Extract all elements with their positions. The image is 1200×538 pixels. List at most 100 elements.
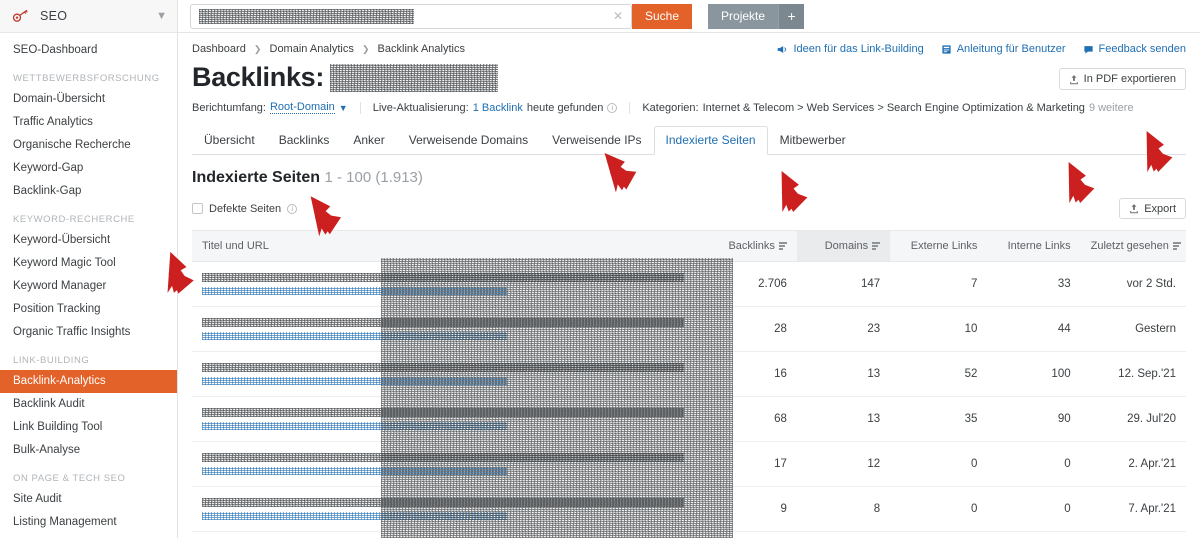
sidebar-item-bulk-analyse[interactable]: Bulk-Analyse xyxy=(0,439,177,462)
tab-bersicht[interactable]: Übersicht xyxy=(192,126,267,155)
projects-button[interactable]: Projekte xyxy=(708,3,779,29)
tab-backlinks[interactable]: Backlinks xyxy=(267,126,342,155)
indexed-pages-table: Titel und URL Backlinks Domains Externe Lin… xyxy=(192,230,1186,532)
live-update-link[interactable]: 1 Backlink xyxy=(473,102,523,114)
column-header-domains[interactable]: Domains xyxy=(796,230,891,262)
comment-icon xyxy=(1083,45,1093,54)
help-link-label: Ideen für das Link-Building xyxy=(793,43,924,55)
breadcrumb-item-backlink-analytics[interactable]: Backlink Analytics xyxy=(378,43,465,55)
cell-titel-und-url[interactable] xyxy=(192,396,704,442)
cell-externe-links: 7 xyxy=(890,261,988,307)
sidebar-item-backlink-analytics[interactable]: Backlink-Analytics xyxy=(0,370,177,393)
sidebar-item-organische-recherche[interactable]: Organische Recherche xyxy=(0,134,177,157)
categories-more-link[interactable]: 9 weitere xyxy=(1089,102,1134,114)
sidebar-item-seo-content-template[interactable]: SEO Content Template xyxy=(0,534,177,538)
column-header-backlinks[interactable]: Backlinks xyxy=(703,230,797,262)
main-area: ✕ Suche Projekte + Dashboard ❯ Domain An… xyxy=(167,0,1200,538)
sidebar-item-backlink-audit[interactable]: Backlink Audit xyxy=(0,393,177,416)
sort-icon[interactable] xyxy=(872,242,881,250)
info-icon[interactable]: i xyxy=(607,102,618,113)
page-url-redacted[interactable] xyxy=(202,422,507,430)
column-header-zuletzt-gesehen[interactable]: Zuletzt gesehen xyxy=(1080,230,1186,262)
page-url-redacted[interactable] xyxy=(202,467,507,475)
user-guide-link[interactable]: Anleitung für Benutzer xyxy=(941,43,1066,55)
cell-domains[interactable]: 8 xyxy=(796,486,891,532)
sidebar-item-traffic-analytics[interactable]: Traffic Analytics xyxy=(0,111,177,134)
help-link-label: Feedback senden xyxy=(1098,43,1186,55)
export-button[interactable]: Export xyxy=(1119,198,1186,219)
cell-titel-und-url[interactable] xyxy=(192,306,704,352)
cell-titel-und-url[interactable] xyxy=(192,441,704,487)
page-title-redacted xyxy=(202,498,684,507)
broken-pages-label: Defekte Seiten xyxy=(209,202,282,215)
cell-backlinks[interactable]: 28 xyxy=(703,306,797,352)
cell-backlinks[interactable]: 2.706 xyxy=(703,261,797,307)
cell-titel-und-url[interactable] xyxy=(192,351,704,397)
page-url-redacted[interactable] xyxy=(202,332,507,340)
cell-zuletzt-gesehen: Gestern xyxy=(1080,306,1186,352)
cell-titel-und-url[interactable] xyxy=(192,261,704,307)
cell-domains[interactable]: 13 xyxy=(796,351,891,397)
search-input[interactable] xyxy=(191,5,605,28)
send-feedback-link[interactable]: Feedback senden xyxy=(1083,43,1186,55)
broken-pages-checkbox[interactable] xyxy=(192,203,203,214)
cell-domains[interactable]: 12 xyxy=(796,441,891,487)
sidebar-item-link-building-tool[interactable]: Link Building Tool xyxy=(0,416,177,439)
add-project-button[interactable]: + xyxy=(778,3,805,29)
cell-interne-links: 33 xyxy=(987,261,1081,307)
column-header-label: Externe Links xyxy=(910,240,978,252)
breadcrumb-item-dashboard[interactable]: Dashboard xyxy=(192,43,246,55)
cell-domains[interactable]: 23 xyxy=(796,306,891,352)
sidebar-item-seo-dashboard[interactable]: SEO-Dashboard xyxy=(0,39,177,62)
page-url-redacted[interactable] xyxy=(202,377,507,385)
info-icon[interactable]: i xyxy=(287,203,298,214)
page-title-redacted xyxy=(202,273,684,282)
sidebar-item-site-audit[interactable]: Site Audit xyxy=(0,488,177,511)
sidebar-group-label-wettbewerbsforschung: WETTBEWERBSFORSCHUNG xyxy=(13,73,160,84)
tab-indexierte-seiten[interactable]: Indexierte Seiten xyxy=(653,126,768,155)
seo-key-icon xyxy=(12,8,32,24)
cell-externe-links: 52 xyxy=(890,351,988,397)
sort-icon[interactable] xyxy=(1172,242,1181,250)
sidebar-item-domain-bersicht[interactable]: Domain-Übersicht xyxy=(0,88,177,111)
close-icon[interactable]: ✕ xyxy=(605,9,631,23)
search-button[interactable]: Suche xyxy=(632,3,693,29)
tab-verweisende-domains[interactable]: Verweisende Domains xyxy=(397,126,540,155)
sidebar-item-organic-traffic-insights[interactable]: Organic Traffic Insights xyxy=(0,321,177,344)
cell-titel-und-url[interactable] xyxy=(192,486,704,532)
cell-externe-links: 35 xyxy=(890,396,988,442)
sidebar-item-keyword-gap[interactable]: Keyword-Gap xyxy=(0,157,177,180)
search-box[interactable]: ✕ xyxy=(190,3,632,29)
sidebar-item-position-tracking[interactable]: Position Tracking xyxy=(0,298,177,321)
search-redacted-value xyxy=(199,8,414,24)
chevron-down-icon[interactable]: ▼ xyxy=(339,103,348,113)
upload-icon xyxy=(1130,204,1139,214)
sidebar-item-keyword-manager[interactable]: Keyword Manager xyxy=(0,275,177,298)
cell-backlinks[interactable]: 17 xyxy=(703,441,797,487)
sidebar-item-keyword-magic-tool[interactable]: Keyword Magic Tool xyxy=(0,252,177,275)
cell-backlinks[interactable]: 9 xyxy=(703,486,797,532)
sidebar-item-backlink-gap[interactable]: Backlink-Gap xyxy=(0,180,177,203)
cell-domains[interactable]: 147 xyxy=(796,261,891,307)
top-bar: ✕ Suche Projekte + xyxy=(178,0,1200,33)
sort-icon[interactable] xyxy=(778,242,787,250)
breadcrumb-item-domain-analytics[interactable]: Domain Analytics xyxy=(270,43,354,55)
tab-verweisende-ips[interactable]: Verweisende IPs xyxy=(540,126,653,155)
sidebar-item-keyword-bersicht[interactable]: Keyword-Übersicht xyxy=(0,229,177,252)
link-building-ideas-link[interactable]: Ideen für das Link-Building xyxy=(777,43,924,55)
tab-anker[interactable]: Anker xyxy=(341,126,396,155)
page-title-redacted xyxy=(202,363,684,372)
page-url-redacted[interactable] xyxy=(202,287,507,295)
cell-backlinks[interactable]: 68 xyxy=(703,396,797,442)
chevron-down-icon[interactable]: ▼ xyxy=(156,10,167,22)
tab-mitbewerber[interactable]: Mitbewerber xyxy=(768,126,858,155)
sidebar-header[interactable]: SEO ▼ xyxy=(0,0,177,33)
sidebar-item-listing-management[interactable]: Listing Management xyxy=(0,511,177,534)
cell-domains[interactable]: 13 xyxy=(796,396,891,442)
export-pdf-button[interactable]: In PDF exportieren xyxy=(1058,68,1186,90)
broken-pages-filter[interactable]: Defekte Seiten i xyxy=(192,202,298,215)
report-scope-value[interactable]: Root-Domain xyxy=(269,101,335,114)
cell-backlinks[interactable]: 16 xyxy=(703,351,797,397)
page-url-redacted[interactable] xyxy=(202,512,507,520)
breadcrumb-row: Dashboard ❯ Domain Analytics ❯ Backlink … xyxy=(192,43,1186,55)
